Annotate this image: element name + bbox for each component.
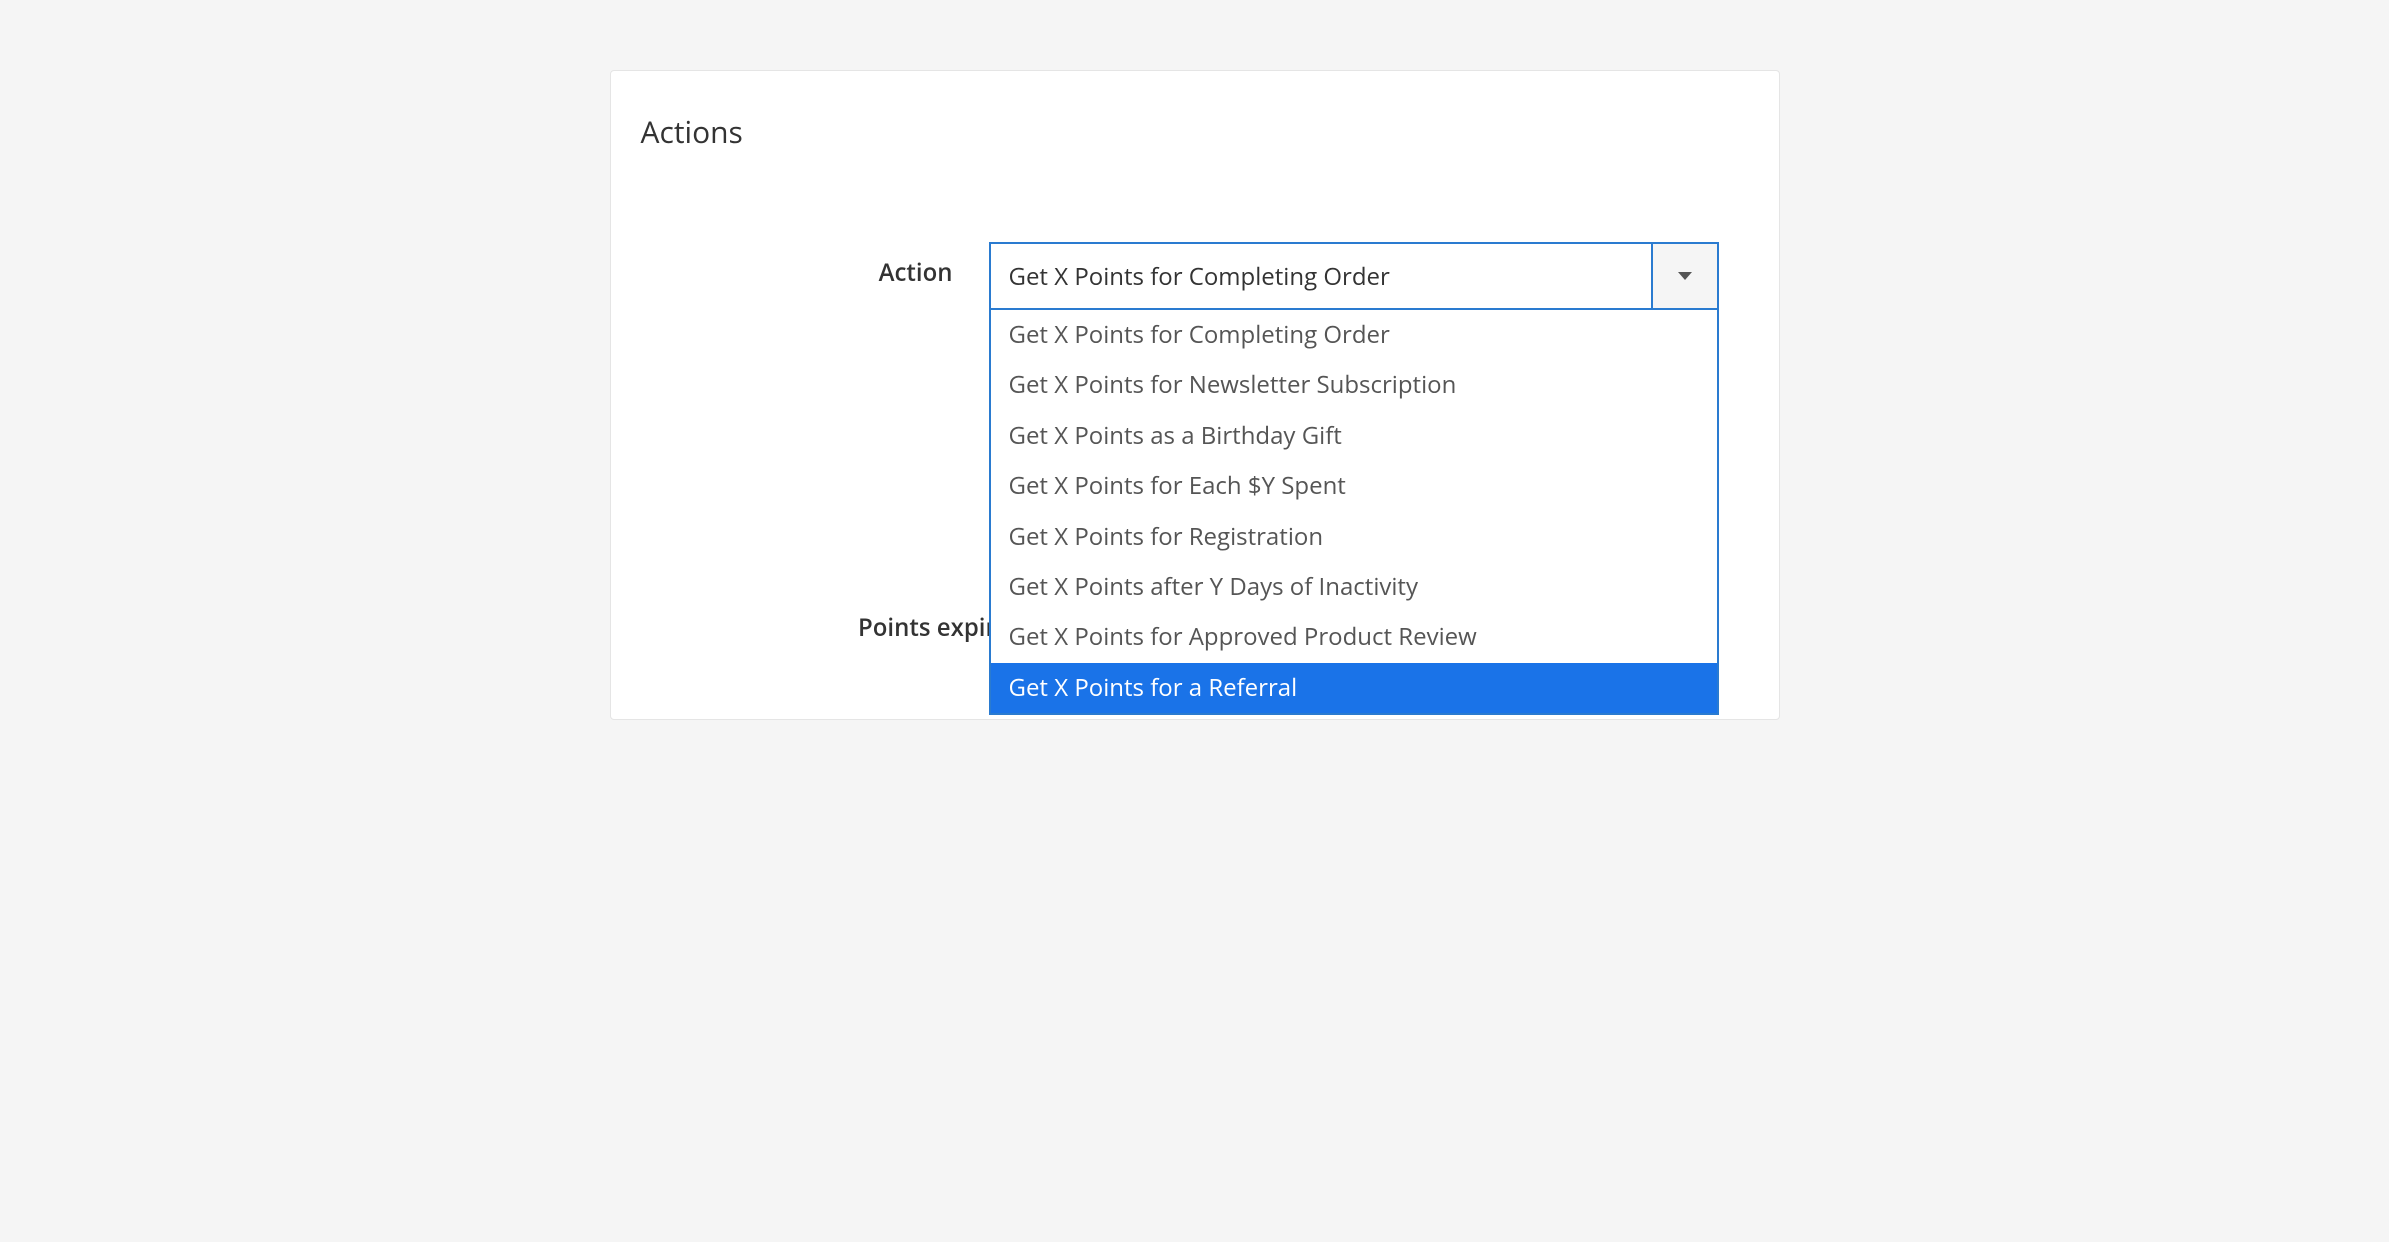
action-option[interactable]: Get X Points for Each $Y Spent xyxy=(991,461,1717,511)
action-select-display[interactable]: Get X Points for Completing Order xyxy=(989,242,1719,310)
action-option[interactable]: Get X Points for Registration xyxy=(991,512,1717,562)
action-option[interactable]: Get X Points for Completing Order xyxy=(991,310,1717,360)
action-option[interactable]: Get X Points as a Birthday Gift xyxy=(991,411,1717,461)
select-arrow-box[interactable] xyxy=(1651,244,1717,308)
actions-panel: Actions Action Get X Points for Completi… xyxy=(610,70,1780,720)
action-row: Action Get X Points for Completing Order… xyxy=(641,242,1719,310)
action-option[interactable]: Get X Points after Y Days of Inactivity xyxy=(991,562,1717,612)
action-dropdown-list[interactable]: Get X Points for Completing OrderGet X P… xyxy=(989,310,1719,715)
panel-title: Actions xyxy=(641,111,1719,152)
action-option[interactable]: Get X Points for Newsletter Subscription xyxy=(991,360,1717,410)
action-select[interactable]: Get X Points for Completing Order Get X … xyxy=(989,242,1719,310)
action-label: Action xyxy=(879,256,953,289)
action-select-value: Get X Points for Completing Order xyxy=(991,260,1408,293)
action-option[interactable]: Get X Points for Approved Product Review xyxy=(991,612,1717,662)
caret-down-icon xyxy=(1678,272,1692,280)
action-option[interactable]: Get X Points for a Referral xyxy=(991,663,1717,713)
